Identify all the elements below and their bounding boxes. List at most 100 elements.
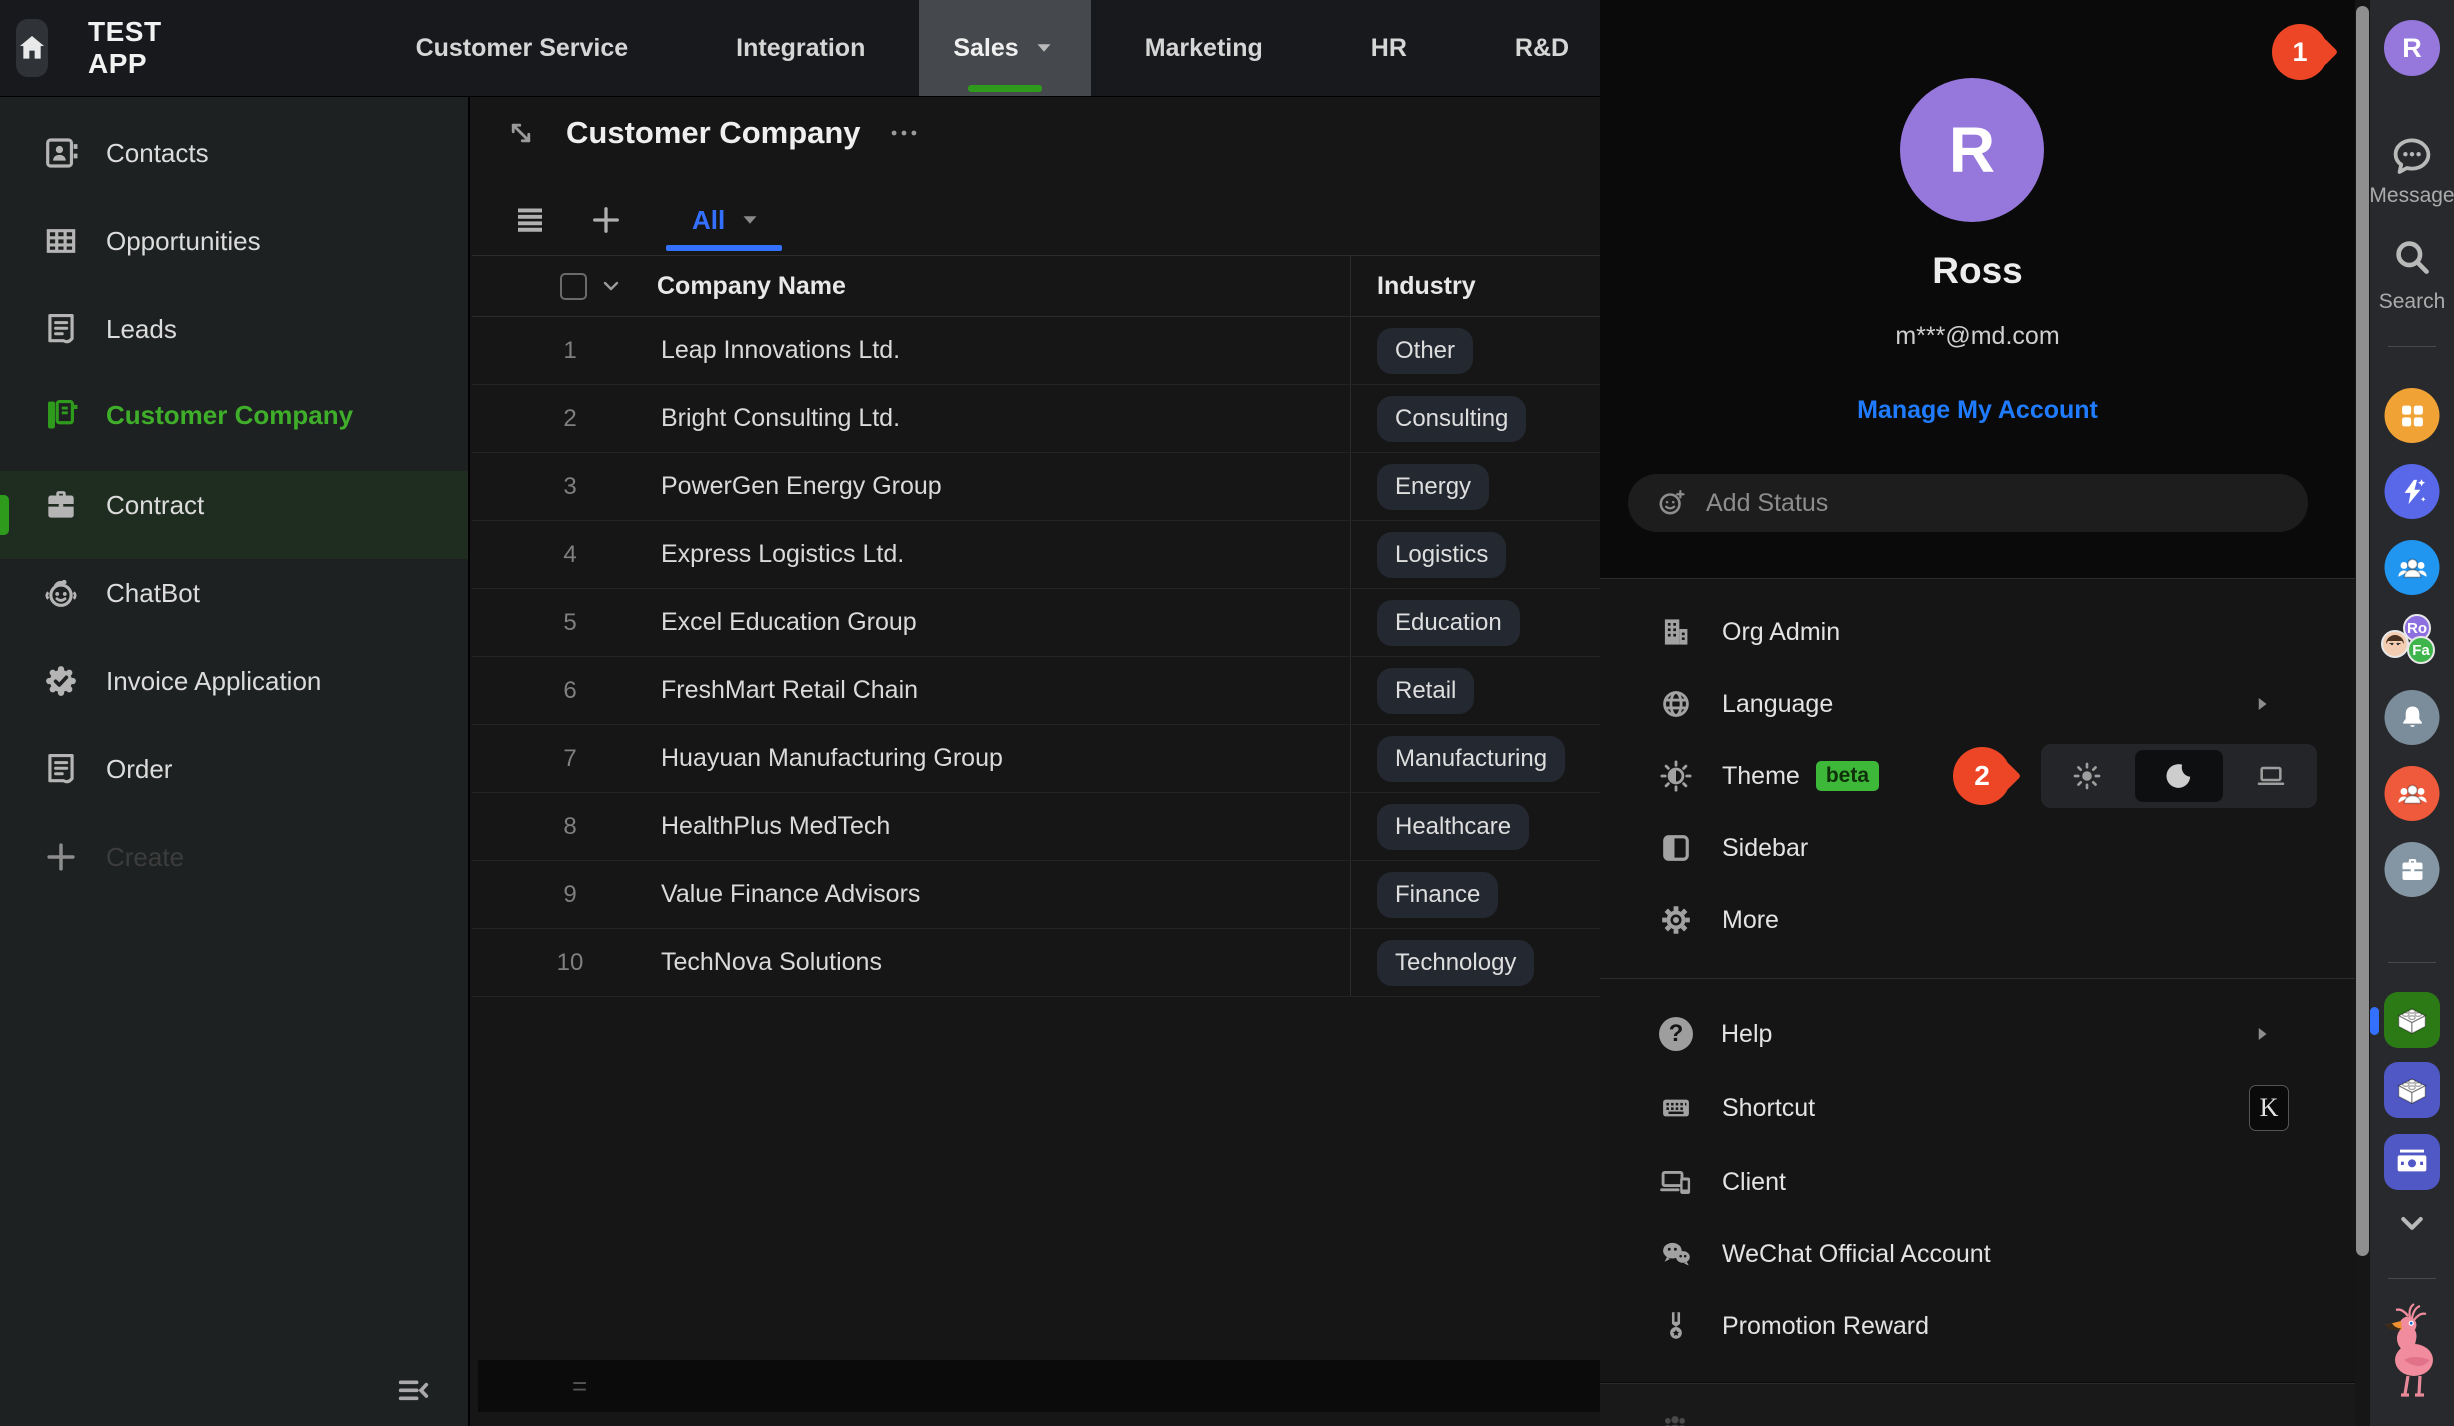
moon-icon [2163,760,2195,792]
add-status-input[interactable]: Add Status [1628,474,2308,532]
dock-app-lego-blue[interactable] [2384,1062,2440,1118]
bell-icon [2396,702,2428,734]
theme-light-button[interactable] [2043,750,2131,802]
annotation-step-1: 1 [2272,24,2328,80]
theme-dark-button[interactable] [2135,750,2223,802]
industry-tag: Other [1377,328,1473,374]
plus-icon [42,838,80,876]
table-row[interactable]: 9Value Finance AdvisorsFinance [472,861,1600,929]
horizontal-scroll-handle[interactable]: = [572,1371,587,1402]
theme-system-button[interactable] [2227,750,2315,802]
robot-icon [42,574,80,612]
dock-app-work[interactable] [2385,842,2440,897]
company-table: Company Name Industry 1Leap Innovations … [472,255,1600,997]
more-options-icon[interactable] [887,116,921,150]
dock-app-team[interactable] [2385,540,2440,595]
table-header: Company Name Industry [472,255,1600,317]
chevron-down-icon[interactable] [599,274,623,298]
arrow-right-icon [2249,1021,2275,1047]
dock-app-finance[interactable] [2384,1134,2440,1190]
profile-panel: R Ross m***@md.com Manage My Account Add… [1600,0,2355,1426]
menu-item-sidebar[interactable]: Sidebar [1600,820,2355,876]
tab-hr[interactable]: HR [1317,0,1461,96]
menu-item-language[interactable]: Language [1600,676,2355,732]
dock-app-notifications[interactable] [2385,690,2440,745]
table-row[interactable]: 3PowerGen Energy GroupEnergy [472,453,1600,521]
sidebar-item-invoice-application[interactable]: Invoice Application [0,651,468,711]
chevron-down-icon [737,207,763,233]
sidebar-item-order[interactable]: Order [0,739,468,799]
dock-app-automation[interactable] [2385,464,2440,519]
search-label: Search [2357,290,2454,314]
industry-tag: Education [1377,600,1520,646]
menu-item-client[interactable]: Client [1600,1154,2355,1210]
document-list-icon [42,750,80,788]
avatar[interactable]: R [1900,78,2044,222]
app-name[interactable]: TEST APP [88,16,162,80]
dock-app-workplace[interactable] [2385,388,2440,443]
table-row[interactable]: 10TechNova SolutionsTechnology [472,929,1600,997]
messenger-icon[interactable] [2388,132,2436,180]
vertical-scrollbar[interactable] [2355,0,2370,1426]
table-row[interactable]: 5Excel Education GroupEducation [472,589,1600,657]
dock-profile-avatar[interactable]: R [2384,20,2440,76]
contact-card-icon [42,134,80,172]
select-all-checkbox[interactable] [560,273,587,300]
home-icon [16,32,48,64]
dock-app-test-app-active[interactable] [2384,992,2440,1048]
divider [1600,1383,2355,1384]
menu-item-wechat-official-account[interactable]: WeChat Official Account [1600,1226,2355,1282]
column-header-industry[interactable]: Industry [1377,272,1476,301]
industry-tag: Energy [1377,464,1489,510]
theme-toggle-group [2041,744,2317,808]
menu-item-more[interactable]: More [1600,892,2355,948]
view-tab-all[interactable]: All [692,189,763,251]
manage-account-link[interactable]: Manage My Account [1600,396,2355,425]
wechat-icon [1658,1236,1694,1272]
search-icon[interactable] [2389,234,2435,280]
table-row[interactable]: 4Express Logistics Ltd.Logistics [472,521,1600,589]
lego-brick-icon [2392,1000,2432,1040]
sidebar-item-leads[interactable]: Leads [0,299,468,359]
tab-customer-service[interactable]: Customer Service [362,0,683,96]
dock-more-chevron-icon[interactable] [2393,1204,2431,1242]
table-row[interactable]: 2Bright Consulting Ltd.Consulting [472,385,1600,453]
table-row[interactable]: 6FreshMart Retail ChainRetail [472,657,1600,725]
industry-tag: Technology [1377,940,1534,986]
dock-app-groups[interactable] [2385,766,2440,821]
page-header: Customer Company [472,115,921,151]
sidebar-create-button[interactable]: Create [0,827,468,887]
menu-item-help[interactable]: ? Help [1600,1006,2355,1062]
scrollbar-thumb[interactable] [2356,6,2369,1256]
keyboard-icon [1658,1090,1694,1126]
question-icon: ? [1659,1017,1693,1051]
table-row[interactable]: 7Huayuan Manufacturing GroupManufacturin… [472,725,1600,793]
view-list-icon[interactable] [512,202,548,238]
table-row[interactable]: 8HealthPlus MedTechHealthcare [472,793,1600,861]
tab-integration[interactable]: Integration [682,0,919,96]
menu-item-promotion-reward[interactable]: Promotion Reward [1600,1298,2355,1354]
chevron-down-icon [1031,35,1057,61]
home-button[interactable] [16,19,48,77]
tab-rnd[interactable]: R&D [1461,0,1623,96]
sidebar-item-contacts[interactable]: Contacts [0,123,468,183]
expand-icon[interactable] [504,116,538,150]
tab-sales[interactable]: Sales [919,0,1090,96]
flamingo-image[interactable] [2380,1300,2444,1410]
menu-item-shortcut[interactable]: Shortcut K [1600,1080,2355,1136]
divider [1600,978,2355,979]
right-app-dock: R Message Search Ro Fa [2370,0,2454,1426]
tab-marketing[interactable]: Marketing [1091,0,1317,96]
emoji-plus-icon [1654,486,1688,520]
sidebar-collapse-icon[interactable] [390,1372,438,1412]
add-view-icon[interactable] [588,202,624,238]
sidebar-item-contract[interactable]: Contract [0,475,468,535]
sidebar-item-chatbot[interactable]: ChatBot [0,563,468,623]
sidebar-item-opportunities[interactable]: Opportunities [0,211,468,271]
globe-icon [1658,686,1694,722]
dock-contacts-cluster[interactable]: Ro Fa [2381,614,2443,674]
table-row[interactable]: 1Leap Innovations Ltd.Other [472,317,1600,385]
menu-item-org-admin[interactable]: Org Admin [1600,604,2355,660]
sidebar-item-customer-company[interactable]: Customer Company [0,385,468,445]
column-header-company-name[interactable]: Company Name [657,272,846,301]
